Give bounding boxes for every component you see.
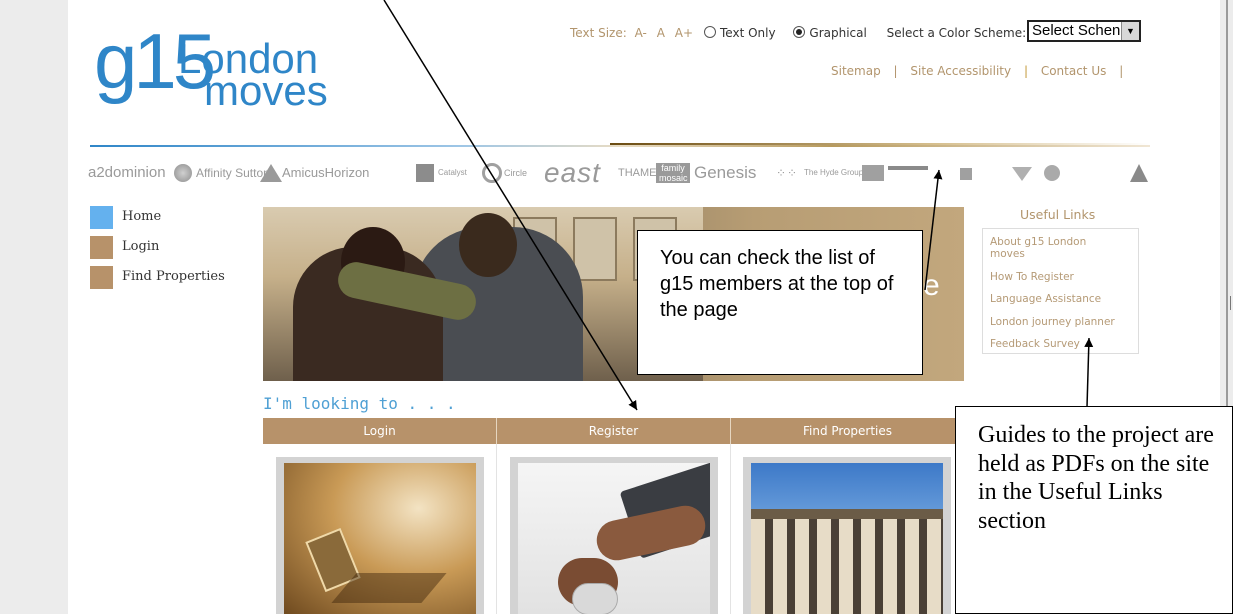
- annotation-arrows: [383, 0, 1094, 411]
- arrow-to-register: [383, 0, 638, 411]
- arrow-to-useful-links: [1084, 337, 1094, 408]
- arrow-to-members: [924, 169, 943, 291]
